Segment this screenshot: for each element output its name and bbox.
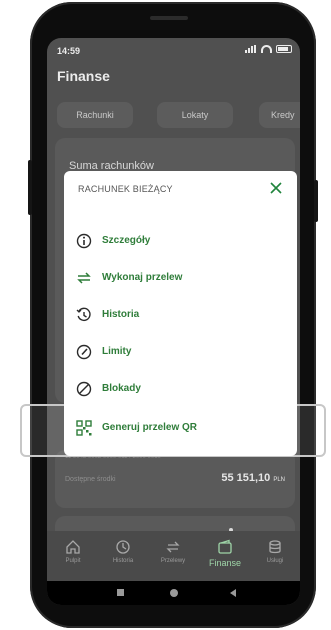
info-icon	[76, 233, 92, 249]
menu-item-blokady[interactable]: Blokady	[64, 371, 297, 408]
page-title: Finanse	[57, 68, 110, 84]
currency-label: PLN	[273, 477, 285, 483]
status-icons	[245, 45, 292, 53]
modal-header: RACHUNEK BIEŻĄCY	[64, 171, 297, 207]
nav-uslugi[interactable]: Usługi	[251, 539, 299, 564]
transfer-icon	[166, 541, 180, 553]
gauge-icon	[76, 344, 92, 360]
account-card[interactable]: 11 9043 0002 0000 0114 2000 0010 Dostępn…	[55, 450, 295, 508]
menu-item-szczegoly[interactable]: Szczegóły	[64, 223, 297, 260]
status-bar: 14:59	[47, 38, 300, 62]
history-icon	[76, 307, 91, 322]
menu-item-wykonaj-przelew[interactable]: Wykonaj przelew	[64, 260, 297, 297]
bottom-nav: Pulpit Historia Przelewy Finanse Usługi	[47, 531, 300, 581]
tab-lokaty[interactable]: Lokaty	[157, 102, 233, 128]
status-time: 14:59	[57, 46, 81, 56]
available-funds-value: 55 151,10 PLN	[221, 472, 285, 484]
menu-item-limity[interactable]: Limity	[64, 334, 297, 371]
tab-bar: Rachunki Lokaty Kredy	[47, 102, 300, 132]
battery-icon	[276, 45, 292, 53]
power-button	[314, 180, 318, 222]
menu-item-label: Wykonaj przelew	[102, 272, 183, 283]
nav-finanse-label: Finanse	[208, 558, 242, 568]
database-icon	[269, 540, 281, 554]
nav-pulpit-label: Pulpit	[65, 558, 81, 564]
nav-finanse[interactable]: Finanse	[201, 539, 249, 568]
wifi-icon	[261, 45, 272, 53]
tab-kredyty[interactable]: Kredy	[259, 102, 300, 128]
menu-item-label: Blokady	[102, 383, 141, 394]
close-button[interactable]	[267, 179, 285, 197]
phone-speaker	[150, 16, 188, 20]
nav-pulpit[interactable]: Pulpit	[49, 539, 97, 564]
menu-item-label: Limity	[102, 346, 132, 357]
signal-icon	[245, 45, 257, 53]
back-button[interactable]	[229, 589, 237, 597]
account-actions-modal: RACHUNEK BIEŻĄCY Szczegóły Wykonaj przel…	[64, 171, 297, 456]
transfer-icon	[77, 272, 91, 284]
nav-przelewy[interactable]: Przelewy	[149, 539, 197, 564]
wallet-icon	[218, 539, 232, 554]
nav-przelewy-label: Przelewy	[160, 558, 186, 564]
available-funds-label: Dostępne środki	[65, 476, 116, 483]
recents-button[interactable]	[117, 589, 124, 596]
nav-historia-label: Historia	[112, 558, 134, 564]
home-icon	[66, 540, 80, 554]
nav-historia[interactable]: Historia	[99, 539, 147, 564]
nav-uslugi-label: Usługi	[266, 558, 284, 564]
close-icon	[270, 182, 282, 194]
menu-item-label: Generuj przelew QR	[102, 422, 198, 433]
system-nav-bar	[47, 581, 300, 605]
menu-item-generuj-przelew-qr[interactable]: Generuj przelew QR	[64, 410, 297, 447]
home-button[interactable]	[170, 589, 178, 597]
qr-icon	[76, 420, 92, 436]
menu-item-label: Historia	[102, 309, 140, 320]
volume-button	[28, 160, 32, 215]
menu-item-historia[interactable]: Historia	[64, 297, 297, 334]
tab-rachunki[interactable]: Rachunki	[57, 102, 133, 128]
history-icon	[116, 540, 130, 554]
block-icon	[76, 381, 92, 397]
modal-title: RACHUNEK BIEŻĄCY	[78, 184, 173, 194]
menu-item-label: Szczegóły	[102, 235, 151, 246]
